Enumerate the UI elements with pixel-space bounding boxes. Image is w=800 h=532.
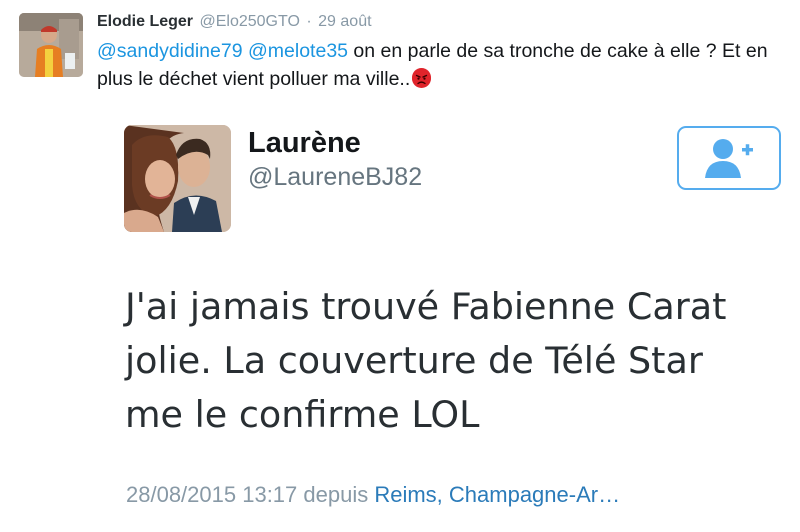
embedded-tweet-meta: 28/08/2015 13:17 depuis Reims, Champagne…: [126, 480, 620, 510]
avatar-photo: [19, 13, 83, 77]
embedded-text-line: jolie. La couverture de Télé Star: [125, 339, 703, 382]
tweet-timestamp[interactable]: 29 août: [318, 13, 371, 30]
embedded-text-line: me le confirme LOL: [125, 393, 480, 436]
embedded-screen-name: @LaureneBJ82: [248, 163, 423, 191]
tweet-text: @sandydidine79 @melote35 on en parle de …: [97, 37, 787, 93]
embedded-tweet-text: J'ai jamais trouvé Fabienne Carat jolie.…: [125, 280, 775, 442]
author-avatar[interactable]: [19, 13, 83, 77]
author-display-name[interactable]: Elodie Leger: [97, 13, 193, 30]
add-user-icon: [705, 139, 753, 178]
embedded-author-avatar: [124, 125, 231, 232]
author-screen-name[interactable]: @Elo250GTO: [199, 13, 299, 30]
embedded-date: 28/08/2015 13:17 depuis: [126, 482, 369, 507]
embedded-tweet-image[interactable]: Laurène @LaureneBJ82 J'ai jamais trouvé …: [97, 100, 787, 532]
avatar-photo: [124, 125, 231, 232]
header-separator: ·: [306, 13, 312, 30]
follow-button[interactable]: [677, 126, 781, 190]
mention-link[interactable]: @sandydidine79: [97, 40, 243, 62]
embedded-location: Reims, Champagne-Ar…: [374, 482, 621, 507]
embedded-text-line: J'ai jamais trouvé Fabienne Carat: [125, 285, 727, 328]
tweet-header: Elodie Leger @Elo250GTO · 29 août: [97, 11, 372, 33]
angry-face-icon: [412, 68, 432, 88]
embedded-display-name: Laurène: [248, 127, 361, 159]
mention-link[interactable]: @melote35: [248, 40, 348, 62]
